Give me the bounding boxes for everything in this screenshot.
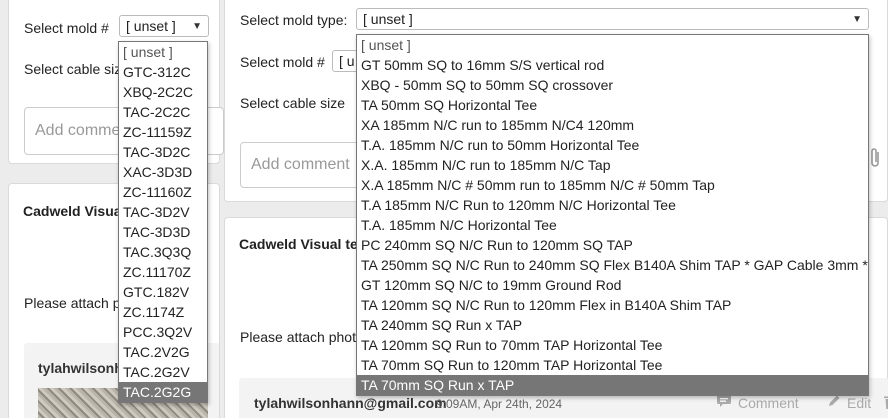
mold-type-dropdown[interactable]: [ unset ] ▼ bbox=[356, 8, 869, 30]
mold-type-value: [ unset ] bbox=[363, 11, 413, 27]
comment-timestamp: 9:09AM, Apr 24th, 2024 bbox=[436, 397, 563, 411]
comment-button-label: Comment bbox=[738, 394, 799, 411]
dropdown-option[interactable]: TA 120mm SQ N/C Run to 120mm Flex in B14… bbox=[357, 295, 868, 315]
dropdown-option[interactable]: TA 240mm SQ Run x TAP bbox=[357, 315, 868, 335]
dropdown-option[interactable]: TAC.2V2G bbox=[119, 342, 207, 362]
dropdown-option[interactable]: TA 250mm SQ N/C Run to 240mm SQ Flex B14… bbox=[357, 255, 868, 275]
dropdown-option[interactable]: [ unset ] bbox=[119, 42, 207, 62]
dropdown-option[interactable]: ZC-11159Z bbox=[119, 122, 207, 142]
dropdown-option[interactable]: TAC.3Q3Q bbox=[119, 242, 207, 262]
dropdown-option[interactable]: XBQ - 50mm SQ to 50mm SQ crossover bbox=[357, 75, 868, 95]
trash-icon[interactable] bbox=[884, 395, 888, 412]
select-mold-label: Select mold # bbox=[24, 20, 109, 36]
dropdown-option[interactable]: XAC-3D3D bbox=[119, 162, 207, 182]
attach-photo-label: Please attach photo bbox=[240, 329, 360, 345]
chevron-down-icon: ▼ bbox=[852, 13, 862, 25]
dropdown-option[interactable]: TA 50mm SQ Horizontal Tee bbox=[357, 95, 868, 115]
edit-icon bbox=[827, 394, 841, 411]
select-mold-value: [ unset ] bbox=[126, 18, 176, 34]
dropdown-option[interactable]: TAC.2G2V bbox=[119, 362, 207, 382]
dropdown-option[interactable]: ZC-11160Z bbox=[119, 182, 207, 202]
select-mold-label: Select mold # bbox=[240, 54, 325, 70]
dropdown-option[interactable]: ZC.11170Z bbox=[119, 262, 207, 282]
dropdown-option[interactable]: TAC-2C2C bbox=[119, 102, 207, 122]
dropdown-option[interactable]: PCC.3Q2V bbox=[119, 322, 207, 342]
select-mold-value: [ u bbox=[339, 53, 355, 69]
dropdown-option[interactable]: TAC-3D2V bbox=[119, 202, 207, 222]
dropdown-option[interactable]: GTC-312C bbox=[119, 62, 207, 82]
mold-type-options-list[interactable]: [ unset ] GT 50mm SQ to 16mm S/S vertical… bbox=[356, 34, 869, 396]
dropdown-option[interactable]: T.A. 185mm N/C Horizontal Tee bbox=[357, 215, 868, 235]
dropdown-option[interactable]: T.A. 185mm N/C run to 50mm Horizontal Te… bbox=[357, 135, 868, 155]
dropdown-option[interactable]: X.A 185mm N/C # 50mm run to 185mm N/C # … bbox=[357, 175, 868, 195]
dropdown-option[interactable]: TA 70mm SQ Run to 120mm TAP Horizontal T… bbox=[357, 355, 868, 375]
dropdown-option[interactable]: GT 120mm SQ N/C to 19mm Ground Rod bbox=[357, 275, 868, 295]
dropdown-option[interactable]: GT 50mm SQ to 16mm S/S vertical rod bbox=[357, 55, 868, 75]
dropdown-option[interactable]: GTC.182V bbox=[119, 282, 207, 302]
chevron-down-icon: ▼ bbox=[192, 20, 202, 32]
dropdown-option[interactable]: TAC-3D2C bbox=[119, 142, 207, 162]
dropdown-option[interactable]: T.A 185mm N/C Run to 120mm N/C Horizonta… bbox=[357, 195, 868, 215]
paperclip-icon[interactable] bbox=[867, 146, 883, 176]
attach-photo-label: Please attach p bbox=[24, 295, 121, 311]
dropdown-option[interactable]: TAC.2G2G bbox=[119, 382, 207, 402]
select-cable-label: Select cable size bbox=[24, 61, 130, 77]
edit-button-label: Edit bbox=[847, 394, 872, 411]
dropdown-option[interactable]: PC 240mm SQ N/C Run to 120mm SQ TAP bbox=[357, 235, 868, 255]
section-heading: Cadweld Visual tes bbox=[239, 236, 364, 252]
dropdown-option[interactable]: ZC.1174Z bbox=[119, 302, 207, 322]
select-mold-dropdown[interactable]: [ unset ] ▼ bbox=[119, 15, 209, 37]
dropdown-option[interactable]: TA 120mm SQ Run to 70mm TAP Horizontal T… bbox=[357, 335, 868, 355]
mold-type-label: Select mold type: bbox=[240, 12, 348, 28]
mold-number-options-list[interactable]: [ unset ] GTC-312C XBQ-2C2C TAC-2C2C ZC-1115… bbox=[118, 41, 208, 403]
dropdown-option[interactable]: [ unset ] bbox=[357, 35, 868, 55]
select-cable-label: Select cable size bbox=[240, 95, 346, 111]
dropdown-option[interactable]: X.A. 185mm N/C run to 185mm N/C Tap bbox=[357, 155, 868, 175]
comment-button[interactable]: Comment bbox=[716, 394, 799, 411]
dropdown-option[interactable]: TAC-3D3D bbox=[119, 222, 207, 242]
dropdown-option[interactable]: XA 185mm N/C run to 185mm N/C4 120mm bbox=[357, 115, 868, 135]
comment-author-email: tylahwilsonhann@gmail.com bbox=[254, 395, 447, 411]
add-comment-input[interactable]: Add comment bbox=[240, 142, 360, 188]
dropdown-option[interactable]: TA 70mm SQ Run x TAP bbox=[357, 375, 868, 395]
comment-icon bbox=[716, 394, 732, 411]
dropdown-option[interactable]: XBQ-2C2C bbox=[119, 82, 207, 102]
edit-button[interactable]: Edit bbox=[827, 394, 871, 411]
